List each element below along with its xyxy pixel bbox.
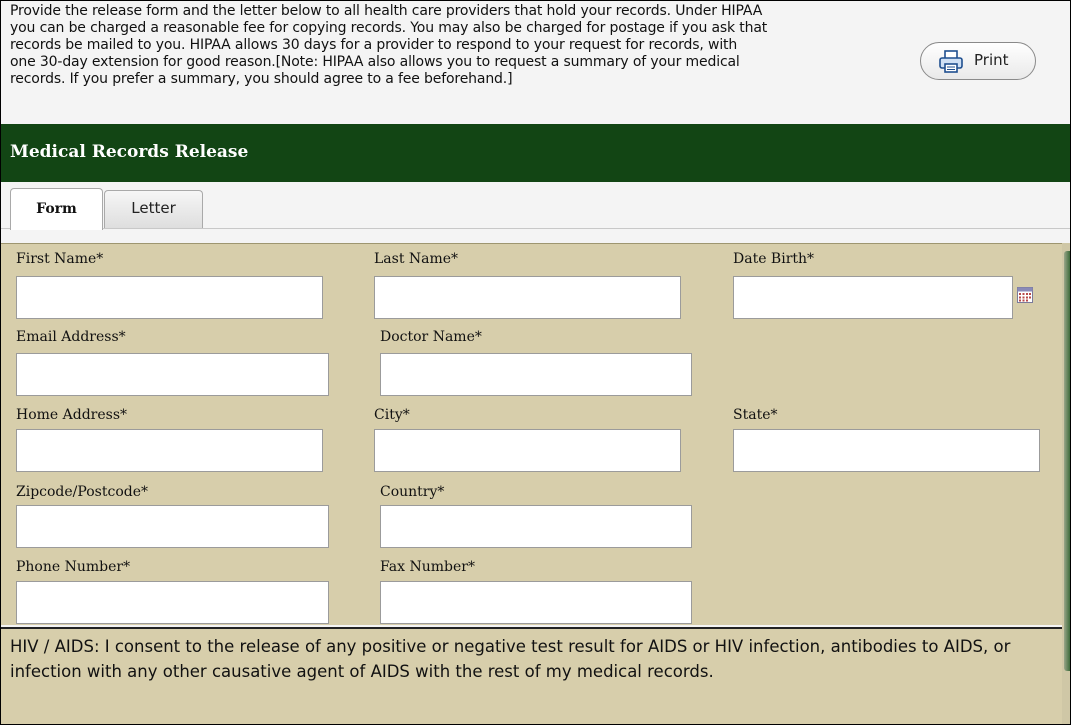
printer-icon [938, 50, 964, 78]
print-button[interactable]: Print [920, 42, 1036, 80]
print-button-label: Print [974, 51, 1009, 69]
scrollbar-thumb[interactable] [1064, 251, 1070, 671]
country-input[interactable] [380, 505, 692, 548]
zipcode-input[interactable] [16, 505, 329, 548]
home-address-input[interactable] [16, 429, 323, 472]
page-frame: Provide the release form and the letter … [0, 0, 1071, 725]
state-input[interactable] [733, 429, 1040, 472]
first-name-input[interactable] [16, 276, 323, 319]
city-input[interactable] [374, 429, 681, 472]
date-birth-label: Date Birth* [733, 251, 815, 267]
intro-text: Provide the release form and the letter … [10, 3, 768, 87]
tab-form[interactable]: Form [10, 188, 103, 230]
fax-input[interactable] [380, 581, 692, 624]
section-header: Medical Records Release [1, 124, 1070, 182]
hiv-consent-text: HIV / AIDS: I consent to the release of … [10, 637, 1011, 681]
tab-form-label: Form [36, 201, 77, 217]
hiv-consent-panel: HIV / AIDS: I consent to the release of … [1, 627, 1062, 724]
country-label: Country* [380, 484, 445, 500]
home-address-label: Home Address* [16, 407, 128, 423]
email-label: Email Address* [16, 329, 126, 345]
first-name-label: First Name* [16, 251, 104, 267]
phone-input[interactable] [16, 581, 329, 624]
tab-bar-divider [1, 228, 1070, 229]
tab-letter-label: Letter [131, 199, 176, 217]
fax-label: Fax Number* [380, 559, 475, 575]
doctor-name-label: Doctor Name* [380, 329, 482, 345]
intro-panel: Provide the release form and the letter … [1, 1, 1070, 124]
last-name-label: Last Name* [374, 251, 459, 267]
section-title: Medical Records Release [10, 142, 249, 162]
tab-letter[interactable]: Letter [104, 190, 203, 228]
date-birth-input[interactable] [733, 276, 1013, 319]
calendar-icon[interactable] [1017, 287, 1033, 307]
email-input[interactable] [16, 353, 329, 396]
state-label: State* [733, 407, 778, 423]
doctor-name-input[interactable] [380, 353, 692, 396]
phone-label: Phone Number* [16, 559, 131, 575]
last-name-input[interactable] [374, 276, 681, 319]
city-label: City* [374, 407, 410, 423]
zipcode-label: Zipcode/Postcode* [16, 484, 149, 500]
